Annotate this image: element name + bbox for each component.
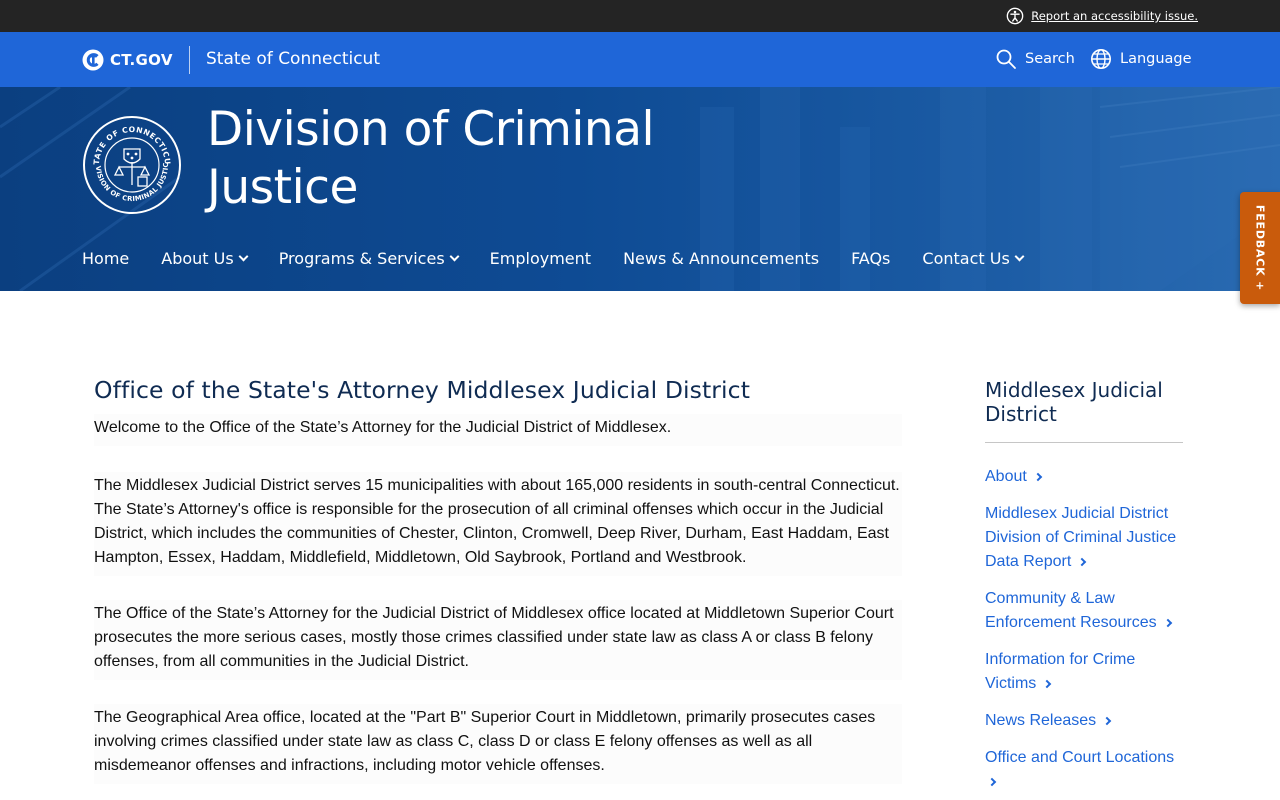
header-divider bbox=[189, 46, 190, 74]
hero-banner: STATE OF CONNECTICUT DIVISION OF CRIMINA… bbox=[0, 87, 1280, 291]
page-title: Office of the State's Attorney Middlesex… bbox=[94, 376, 751, 404]
sidebar-link-label: About bbox=[985, 468, 1027, 485]
chevron-right-icon bbox=[1102, 716, 1112, 726]
main-content: Office of the State's Attorney Middlesex… bbox=[94, 376, 902, 800]
accessibility-link-text[interactable]: Report an accessibility issue. bbox=[1031, 9, 1198, 23]
sidebar: Middlesex Judicial District About Middle… bbox=[985, 378, 1183, 800]
sidebar-link-label: Office and Court Locations bbox=[985, 749, 1175, 766]
nav-news-announcements[interactable]: News & Announcements bbox=[623, 249, 819, 268]
sidebar-link-news-releases[interactable]: News Releases bbox=[985, 709, 1183, 733]
chevron-down-icon bbox=[1014, 251, 1025, 262]
main-navigation: Home About Us Programs & Services Employ… bbox=[82, 249, 1025, 268]
globe-icon bbox=[1091, 49, 1111, 69]
nav-faqs-label: FAQs bbox=[851, 249, 891, 268]
chevron-down-icon bbox=[238, 251, 249, 262]
nav-employment[interactable]: Employment bbox=[490, 249, 591, 268]
nav-contact-us-label: Contact Us bbox=[922, 249, 1010, 268]
chevron-down-icon bbox=[449, 251, 460, 262]
nav-news-announcements-label: News & Announcements bbox=[623, 249, 820, 268]
hero-title: Division of Criminal Justice bbox=[207, 102, 655, 215]
chevron-right-icon bbox=[1078, 557, 1087, 567]
sidebar-link-community-resources[interactable]: Community & Law Enforcement Resources bbox=[985, 587, 1183, 635]
search-icon bbox=[996, 49, 1016, 69]
chevron-right-icon bbox=[1043, 679, 1052, 689]
accessibility-icon bbox=[1006, 7, 1024, 25]
language-button[interactable]: Language bbox=[1090, 48, 1192, 70]
sidebar-link-office-locations[interactable]: Office and Court Locations bbox=[985, 746, 1183, 794]
state-name-link[interactable]: State of Connecticut bbox=[206, 49, 380, 69]
sidebar-link-data-report[interactable]: Middlesex Judicial District Division of … bbox=[985, 502, 1183, 574]
chevron-right-icon bbox=[1033, 472, 1043, 482]
ctgov-logo-icon bbox=[82, 49, 104, 71]
welcome-paragraph: Welcome to the Office of the State’s Att… bbox=[94, 414, 902, 446]
nav-contact-us[interactable]: Contact Us bbox=[922, 249, 1025, 268]
utility-bar: Report an accessibility issue. bbox=[0, 0, 1280, 32]
sidebar-link-label: Information for Crime Victims bbox=[985, 651, 1136, 692]
feedback-tab[interactable]: FEEDBACK + bbox=[1240, 192, 1280, 304]
language-label: Language bbox=[1120, 51, 1192, 67]
nav-about-us-label: About Us bbox=[161, 249, 234, 268]
search-label: Search bbox=[1025, 51, 1075, 67]
ctgov-logo-text: CT.GOV bbox=[110, 51, 173, 69]
nav-home-label: Home bbox=[82, 249, 130, 268]
nav-employment-label: Employment bbox=[489, 249, 592, 268]
ctgov-header: CT.GOV State of Connecticut Search Langu… bbox=[0, 32, 1280, 87]
chevron-right-icon bbox=[1163, 618, 1172, 628]
sidebar-link-crime-victims[interactable]: Information for Crime Victims bbox=[985, 648, 1183, 696]
nav-about-us[interactable]: About Us bbox=[161, 249, 249, 268]
geographical-area-paragraph: The Geographical Area office, located at… bbox=[94, 704, 902, 784]
sidebar-link-label: News Releases bbox=[985, 712, 1097, 729]
ctgov-logo[interactable]: CT.GOV bbox=[82, 49, 173, 71]
sidebar-link-about[interactable]: About bbox=[985, 465, 1183, 489]
division-seal-logo: STATE OF CONNECTICUT DIVISION OF CRIMINA… bbox=[82, 115, 181, 214]
nav-programs-services[interactable]: Programs & Services bbox=[278, 249, 460, 268]
sidebar-link-label: Community & Law Enforcement Resources bbox=[985, 590, 1157, 631]
district-overview-paragraph: The Middlesex Judicial District serves 1… bbox=[94, 472, 902, 576]
nav-faqs[interactable]: FAQs bbox=[851, 249, 890, 268]
search-button[interactable]: Search bbox=[995, 48, 1075, 70]
chevron-right-icon bbox=[987, 777, 997, 787]
nav-home[interactable]: Home bbox=[82, 249, 129, 268]
office-location-paragraph: The Office of the State’s Attorney for t… bbox=[94, 600, 902, 680]
sidebar-title: Middlesex Judicial District bbox=[985, 378, 1183, 443]
feedback-label: FEEDBACK + bbox=[1253, 204, 1267, 292]
accessibility-report-link[interactable]: Report an accessibility issue. bbox=[1006, 7, 1198, 25]
nav-programs-services-label: Programs & Services bbox=[278, 249, 445, 268]
